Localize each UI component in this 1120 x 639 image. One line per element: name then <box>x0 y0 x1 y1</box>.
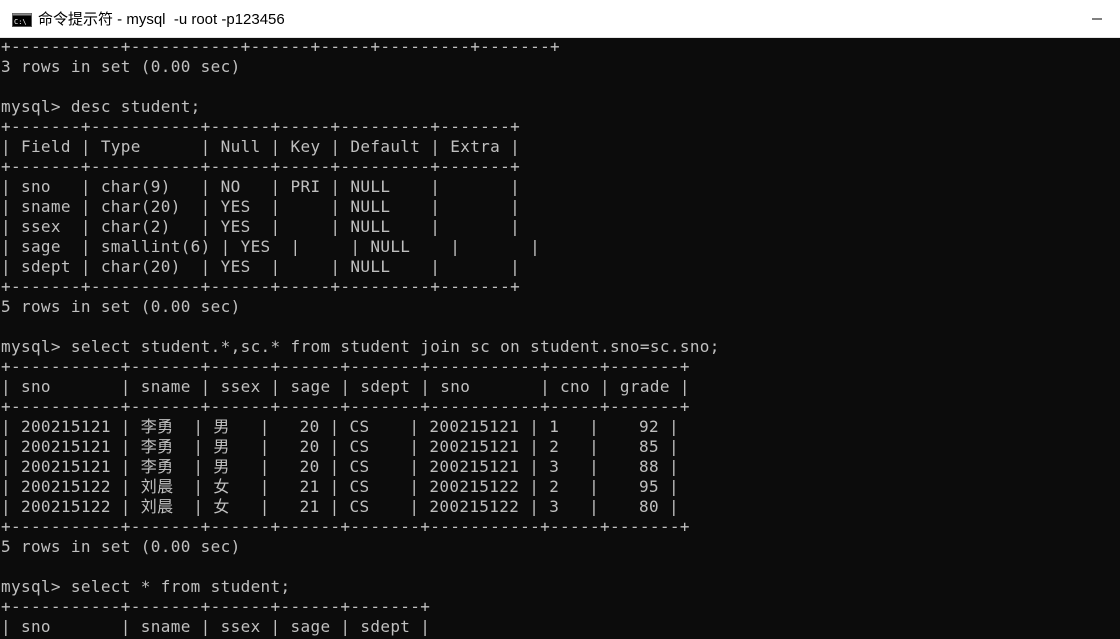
console-line: | sdept | char(20) | YES | | NULL | | <box>1 257 521 276</box>
console-line: | sno | sname | ssex | sage | sdept | <box>1 617 431 636</box>
minimize-button[interactable] <box>1074 0 1120 38</box>
window-controls <box>1074 0 1120 38</box>
console-line: +-------+-----------+------+-----+------… <box>1 157 521 176</box>
console-line: | 200215121 | 李勇 | 男 | 20 | CS | 2002151… <box>1 437 679 456</box>
console-line: | sno | sname | ssex | sage | sdept | sn… <box>1 377 690 396</box>
console-line: | ssex | char(2) | YES | | NULL | | <box>1 217 521 236</box>
minimize-icon <box>1091 10 1103 29</box>
console-line: | sage | smallint(6) | YES | | NULL | | <box>1 237 541 256</box>
console-line: mysql> select student.*,sc.* from studen… <box>1 337 720 356</box>
console-line: +-------+-----------+------+-----+------… <box>1 117 521 136</box>
console-line: | 200215121 | 李勇 | 男 | 20 | CS | 2002151… <box>1 457 679 476</box>
console-line: | sname | char(20) | YES | | NULL | | <box>1 197 521 216</box>
console-line: +-----------+-------+------+------+-----… <box>1 517 690 536</box>
console-line: +-----------+-------+------+------+-----… <box>1 357 690 376</box>
console-line: +-----------+-------+------+------+-----… <box>1 397 690 416</box>
console-line: 5 rows in set (0.00 sec) <box>1 297 241 316</box>
console-line: +-----------+-----------+------+-----+--… <box>1 37 561 56</box>
console-line: | 200215122 | 刘晨 | 女 | 21 | CS | 2002151… <box>1 497 679 516</box>
console-line: | 200215121 | 李勇 | 男 | 20 | CS | 2002151… <box>1 417 679 436</box>
console-line: +-----------+-------+------+------+-----… <box>1 597 431 616</box>
console-line: 5 rows in set (0.00 sec) <box>1 537 241 556</box>
console-line: mysql> select * from student; <box>1 577 291 596</box>
svg-text:C:\: C:\ <box>14 18 27 26</box>
console-line: | 200215122 | 刘晨 | 女 | 21 | CS | 2002151… <box>1 477 679 496</box>
cmd-icon: C:\ <box>12 12 32 27</box>
window-title: 命令提示符 - mysql -u root -p123456 <box>38 11 285 28</box>
console-line: 3 rows in set (0.00 sec) <box>1 57 241 76</box>
cmd-window: C:\ 命令提示符 - mysql -u root -p123456 +----… <box>0 0 1120 639</box>
console-line: +-------+-----------+------+-----+------… <box>1 277 521 296</box>
console-line: mysql> desc student; <box>1 97 201 116</box>
console-line: | Field | Type | Null | Key | Default | … <box>1 137 521 156</box>
title-bar[interactable]: C:\ 命令提示符 - mysql -u root -p123456 <box>0 0 1120 38</box>
console-line: | sno | char(9) | NO | PRI | NULL | | <box>1 177 521 196</box>
console-output[interactable]: +-----------+-----------+------+-----+--… <box>1 37 1120 639</box>
